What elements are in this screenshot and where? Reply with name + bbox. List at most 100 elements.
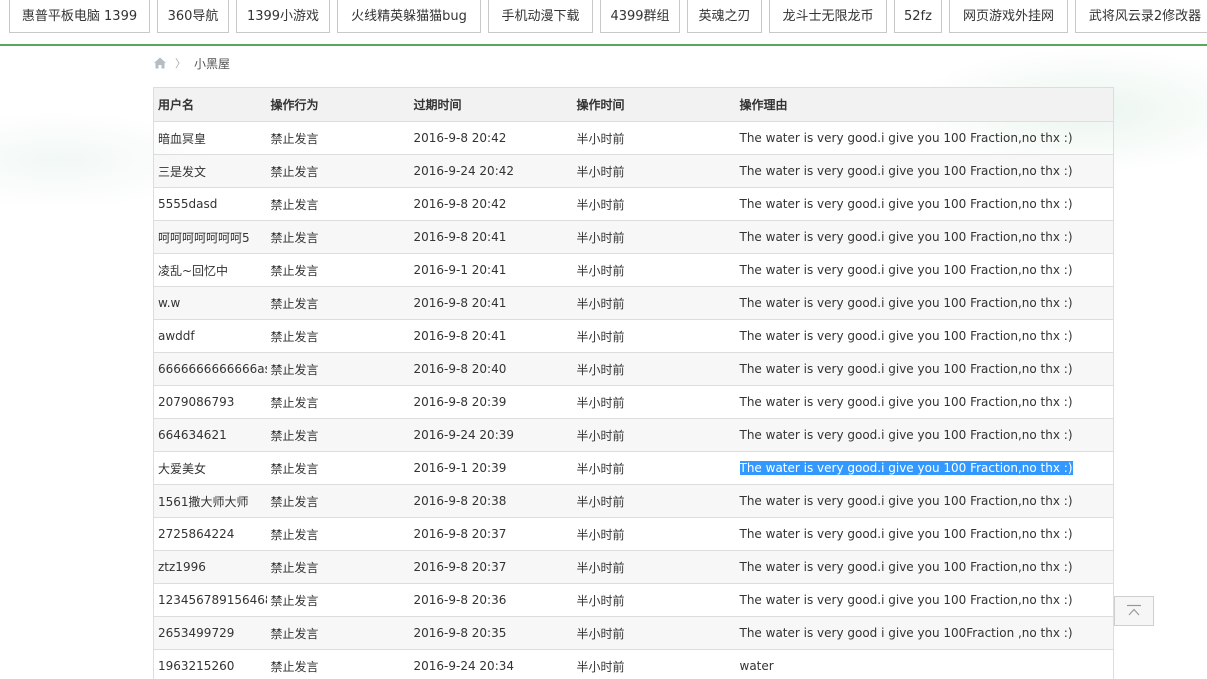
cell-action: 禁止发言 (266, 550, 410, 584)
page: 惠普平板电脑 1399 360导航 1399小游戏 火线精英躲猫猫bug 手机动… (0, 0, 1207, 679)
tag-link[interactable]: 手机动漫下载 (488, 0, 593, 33)
cell-action: 禁止发言 (266, 253, 410, 287)
cell-time: 半小时前 (572, 121, 736, 155)
cell-action: 禁止发言 (266, 187, 410, 221)
cell-time: 半小时前 (572, 583, 736, 617)
cell-expire: 2016-9-8 20:41 (409, 319, 573, 353)
column-header-action: 操作行为 (266, 87, 410, 122)
cell-user[interactable]: 2653499729 (153, 616, 267, 650)
table-row: 664634621 禁止发言 2016-9-24 20:39 半小时前 The wate… (153, 418, 1114, 452)
cell-reason: The water is very good.i give you 100 Fr… (735, 517, 1114, 551)
back-to-top-button[interactable] (1114, 596, 1154, 626)
cell-reason: The water is very good.i give you 100 Fr… (735, 187, 1114, 221)
cell-action: 禁止发言 (266, 352, 410, 386)
tag-link[interactable]: 4399群组 (600, 0, 680, 33)
cell-user[interactable]: w.w (153, 286, 267, 320)
selected-text: The water is very good.i give you 100 Fr… (739, 461, 1073, 475)
cell-expire: 2016-9-8 20:42 (409, 187, 573, 221)
cell-reason: The water is very good.i give you 100 Fr… (735, 418, 1114, 452)
breadcrumb: 〉 小黑屋 (153, 52, 230, 74)
cell-reason: The water is very good.i give you 100 Fr… (735, 550, 1114, 584)
table-row: 凌乱~回忆中 禁止发言 2016-9-1 20:41 半小时前 The water is… (153, 253, 1114, 287)
cell-reason: The water is very good.i give you 100 Fr… (735, 451, 1114, 485)
cell-time: 半小时前 (572, 154, 736, 188)
tag-link[interactable]: 1399小游戏 (236, 0, 330, 33)
ban-list-table: 用户名 操作行为 过期时间 操作时间 操作理由 暗血冥皇 禁止发言 2016-9-8… (153, 87, 1114, 679)
cell-expire: 2016-9-8 20:40 (409, 352, 573, 386)
cell-action: 禁止发言 (266, 121, 410, 155)
cell-user[interactable]: awddf (153, 319, 267, 353)
table-row: 暗血冥皇 禁止发言 2016-9-8 20:42 半小时前 The water is v… (153, 121, 1114, 155)
cell-reason: The water is very good.i give you 100 Fr… (735, 220, 1114, 254)
column-header-expire: 过期时间 (409, 87, 573, 122)
cell-user[interactable]: 暗血冥皇 (153, 121, 267, 155)
cell-action: 禁止发言 (266, 220, 410, 254)
cell-time: 半小时前 (572, 616, 736, 650)
cell-time: 半小时前 (572, 253, 736, 287)
cell-reason: The water is very good.i give you 100 Fr… (735, 583, 1114, 617)
column-header-reason: 操作理由 (735, 87, 1114, 122)
cell-action: 禁止发言 (266, 583, 410, 617)
chevron-right-icon: 〉 (175, 57, 186, 70)
cell-user[interactable]: 664634621 (153, 418, 267, 452)
back-to-top-icon (1127, 604, 1141, 616)
cell-time: 半小时前 (572, 286, 736, 320)
cell-user[interactable]: 三是发文 (153, 154, 267, 188)
cell-user[interactable]: 5555dasd (153, 187, 267, 221)
cell-reason: The water is very good i give you 100Fra… (735, 616, 1114, 650)
cell-reason: The water is very good.i give you 100 Fr… (735, 121, 1114, 155)
table-row: 123456789156468 禁止发言 2016-9-8 20:36 半小时前 The… (153, 583, 1114, 617)
column-header-user: 用户名 (153, 87, 267, 122)
cell-time: 半小时前 (572, 220, 736, 254)
table-row: 6666666666666as 禁止发言 2016-9-8 20:40 半小时前 The… (153, 352, 1114, 386)
cell-action: 禁止发言 (266, 451, 410, 485)
cell-expire: 2016-9-8 20:37 (409, 550, 573, 584)
cell-expire: 2016-9-8 20:41 (409, 286, 573, 320)
tag-link[interactable]: 360导航 (157, 0, 229, 33)
cell-time: 半小时前 (572, 319, 736, 353)
tag-link[interactable]: 武将风云录2修改器 (1075, 0, 1207, 33)
table-row: 大爱美女 禁止发言 2016-9-1 20:39 半小时前 The water is v… (153, 451, 1114, 485)
tag-link[interactable]: 英魂之刃 (687, 0, 762, 33)
cell-time: 半小时前 (572, 649, 736, 679)
cell-user[interactable]: 凌乱~回忆中 (153, 253, 267, 287)
cell-reason: The water is very good.i give you 100 Fr… (735, 352, 1114, 386)
table-row: 呵呵呵呵呵呵呵5 禁止发言 2016-9-8 20:41 半小时前 The water … (153, 220, 1114, 254)
cell-action: 禁止发言 (266, 649, 410, 679)
cell-action: 禁止发言 (266, 616, 410, 650)
table-row: 2079086793 禁止发言 2016-9-8 20:39 半小时前 The wate… (153, 385, 1114, 419)
cell-action: 禁止发言 (266, 286, 410, 320)
cell-expire: 2016-9-8 20:36 (409, 583, 573, 617)
cell-user[interactable]: 123456789156468 (153, 583, 267, 617)
tag-link[interactable]: 火线精英躲猫猫bug (337, 0, 481, 33)
tag-link[interactable]: 网页游戏外挂网 (949, 0, 1068, 33)
tag-bar: 惠普平板电脑 1399 360导航 1399小游戏 火线精英躲猫猫bug 手机动… (0, 0, 1207, 46)
cell-expire: 2016-9-24 20:34 (409, 649, 573, 679)
cell-action: 禁止发言 (266, 319, 410, 353)
cell-time: 半小时前 (572, 418, 736, 452)
home-icon[interactable] (153, 56, 167, 70)
cell-user[interactable]: 呵呵呵呵呵呵呵5 (153, 220, 267, 254)
cell-reason: water (735, 649, 1114, 679)
cell-expire: 2016-9-1 20:39 (409, 451, 573, 485)
cell-user[interactable]: 大爱美女 (153, 451, 267, 485)
cell-user[interactable]: 1963215260 (153, 649, 267, 679)
cell-expire: 2016-9-8 20:42 (409, 121, 573, 155)
tag-link[interactable]: 惠普平板电脑 1399 (9, 0, 150, 33)
tag-link[interactable]: 龙斗士无限龙币 (769, 0, 887, 33)
cell-expire: 2016-9-8 20:39 (409, 385, 573, 419)
cell-time: 半小时前 (572, 451, 736, 485)
cell-user[interactable]: 1561撒大师大师 (153, 484, 267, 518)
cell-time: 半小时前 (572, 517, 736, 551)
cell-user[interactable]: 2079086793 (153, 385, 267, 419)
tag-link[interactable]: 52fz (894, 0, 942, 33)
cell-user[interactable]: 6666666666666as (153, 352, 267, 386)
cell-expire: 2016-9-24 20:42 (409, 154, 573, 188)
table-row: 1963215260 禁止发言 2016-9-24 20:34 半小时前 water (153, 649, 1114, 679)
cell-user[interactable]: 2725864224 (153, 517, 267, 551)
cell-action: 禁止发言 (266, 484, 410, 518)
breadcrumb-current: 小黑屋 (194, 56, 231, 71)
table-row: 1561撒大师大师 禁止发言 2016-9-8 20:38 半小时前 The water… (153, 484, 1114, 518)
table-row: w.w 禁止发言 2016-9-8 20:41 半小时前 The water is ve… (153, 286, 1114, 320)
cell-user[interactable]: ztz1996 (153, 550, 267, 584)
